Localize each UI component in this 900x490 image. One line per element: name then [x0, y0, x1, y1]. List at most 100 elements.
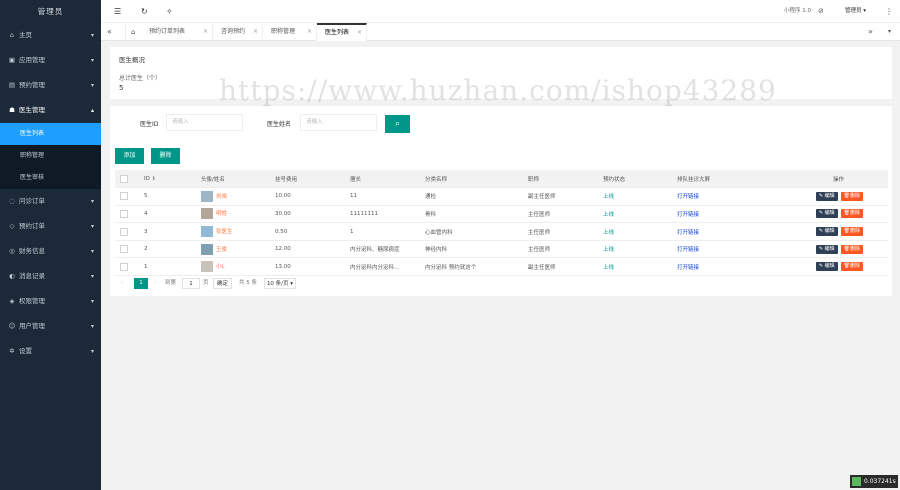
sidebar-item-home[interactable]: ⌂ 主页 ▾: [0, 23, 101, 48]
edit-button[interactable]: ✎ 编辑: [815, 191, 838, 201]
tabs-scroll-left-icon[interactable]: «: [107, 23, 112, 41]
avatar: [201, 208, 213, 220]
row-delete-button[interactable]: 🗑删除: [840, 209, 863, 219]
close-icon[interactable]: ×: [203, 23, 208, 41]
tab-booking-orders[interactable]: 预约订单列表 ×: [141, 23, 213, 41]
cell-category: 内分泌科 预约就这个: [420, 257, 523, 277]
sidebar-item-consult-orders[interactable]: ◌ 问诊订单 ▾: [0, 189, 101, 214]
row-checkbox[interactable]: [120, 245, 128, 254]
doctor-table: ID ⇕ 头像/姓名 挂号费用 擅长 分类名称 职称 预约状态 排队挂诊大屏 操…: [115, 170, 888, 277]
user-menu[interactable]: 管理员 ▾: [845, 0, 866, 23]
sidebar-item-label: 医生管理: [19, 106, 45, 114]
page-input[interactable]: 1: [182, 278, 200, 289]
sidebar-item-apps[interactable]: ▣ 应用管理 ▾: [0, 48, 101, 73]
row-checkbox[interactable]: [120, 227, 128, 236]
open-link[interactable]: 打开链接: [672, 240, 784, 259]
open-link[interactable]: 打开链接: [672, 205, 784, 224]
tab-consult[interactable]: 咨询预约 ×: [213, 23, 263, 41]
cell-name: 张医生: [196, 222, 270, 241]
overview-title: 医生概况: [119, 56, 145, 64]
edit-button[interactable]: ✎ 编辑: [815, 209, 838, 219]
cell-id: 3: [139, 222, 196, 241]
tab-doctor-list[interactable]: 医生列表 ×: [317, 23, 367, 41]
doctor-id-input[interactable]: 请输入: [166, 114, 243, 131]
cell-skill: 11: [345, 187, 420, 206]
page-current[interactable]: 1: [134, 278, 148, 289]
status-toggle[interactable]: 上线: [598, 187, 672, 206]
home-icon: ⌂: [9, 31, 15, 39]
per-page-select[interactable]: 10 条/页 ▾: [264, 278, 296, 289]
sidebar-item-finance[interactable]: ◎ 财务信息 ▾: [0, 239, 101, 264]
tabs-scroll-right-icon[interactable]: »: [868, 23, 873, 41]
page-unit: 页: [203, 280, 209, 286]
open-link[interactable]: 打开链接: [672, 257, 784, 277]
timing-badge: 0.037241s: [850, 475, 898, 488]
sort-icon[interactable]: ⇕: [152, 176, 156, 182]
row-checkbox[interactable]: [120, 262, 128, 271]
doctor-id-label: 医生ID: [140, 121, 159, 128]
tab-titles[interactable]: 职称管理 ×: [263, 23, 317, 41]
sidebar-item-messages[interactable]: ◐ 消息记录 ▾: [0, 264, 101, 289]
row-delete-button[interactable]: 🗑删除: [840, 227, 863, 237]
chevron-down-icon: ▾: [90, 248, 94, 255]
avatar: [201, 226, 213, 238]
sidebar-item-booking-orders[interactable]: ◇ 预约订单 ▾: [0, 214, 101, 239]
row-checkbox[interactable]: [120, 209, 128, 218]
sidebar-item-doctors[interactable]: ☗ 医生管理 ▴: [0, 98, 101, 123]
status-toggle[interactable]: 上线: [598, 240, 672, 259]
chevron-down-icon: ▾: [90, 32, 94, 39]
sidebar-item-permissions[interactable]: ◈ 权限管理 ▾: [0, 289, 101, 314]
avatar: [201, 261, 213, 273]
cell-skill: 内分泌科、糖尿病症: [345, 240, 420, 259]
status-toggle[interactable]: 上线: [598, 205, 672, 224]
row-delete-button[interactable]: 🗑删除: [840, 191, 863, 201]
cell-title: 主任医师: [523, 205, 598, 224]
close-icon[interactable]: ×: [307, 23, 312, 41]
sidebar-item-doctor-review[interactable]: 医生审核: [0, 167, 101, 189]
close-icon[interactable]: ×: [357, 25, 362, 41]
doctor-name-input[interactable]: 请输入: [300, 114, 377, 131]
next-page-icon[interactable]: ›: [154, 278, 156, 289]
shield-icon: ◈: [9, 297, 15, 305]
edit-button[interactable]: ✎ 编辑: [815, 244, 838, 254]
menu-toggle-icon[interactable]: ☰: [114, 0, 121, 23]
prev-page-icon[interactable]: ‹: [121, 278, 123, 289]
select-all-checkbox[interactable]: [115, 170, 139, 189]
edit-button[interactable]: ✎ 编辑: [815, 227, 838, 237]
chevron-down-icon: ▾: [90, 57, 94, 64]
home-tab-icon[interactable]: ⌂: [125, 23, 135, 41]
clear-cache-icon[interactable]: ✧: [166, 0, 173, 23]
sidebar-item-users[interactable]: ☺ 用户管理 ▾: [0, 314, 101, 339]
more-icon[interactable]: ⋮: [885, 0, 893, 23]
tabs-menu-icon[interactable]: ▾: [888, 23, 891, 41]
page-confirm-button[interactable]: 确定: [213, 278, 232, 289]
cell-name: 王俊: [196, 240, 270, 259]
search-button[interactable]: ⌕: [385, 115, 410, 133]
sidebar-item-settings[interactable]: ✲ 设置 ▾: [0, 339, 101, 364]
sidebar-item-label: 消息记录: [19, 272, 45, 280]
row-delete-button[interactable]: 🗑删除: [840, 262, 863, 272]
close-icon[interactable]: ×: [253, 23, 258, 41]
row-checkbox[interactable]: [120, 192, 128, 201]
cell-fee: 10.00: [270, 187, 345, 206]
chevron-down-icon: ▾: [90, 323, 94, 330]
open-link[interactable]: 打开链接: [672, 222, 784, 241]
tag-icon[interactable]: ⊘: [818, 0, 824, 23]
refresh-icon[interactable]: ↻: [141, 0, 148, 23]
column-header-id[interactable]: ID ⇕: [139, 170, 196, 189]
open-link[interactable]: 打开链接: [672, 187, 784, 206]
logo-icon: [852, 477, 861, 486]
sidebar-item-doctor-list[interactable]: 医生列表: [0, 123, 101, 145]
column-header-status: 预约状态: [598, 170, 672, 189]
chevron-down-icon: ▾: [90, 223, 94, 230]
status-toggle[interactable]: 上线: [598, 222, 672, 241]
sidebar-item-label: 主页: [19, 31, 32, 39]
status-toggle[interactable]: 上线: [598, 257, 672, 277]
delete-button[interactable]: 删除: [151, 148, 180, 164]
edit-button[interactable]: ✎ 编辑: [815, 262, 838, 272]
add-button[interactable]: 添加: [115, 148, 144, 164]
sidebar-item-appointments[interactable]: ▤ 预约管理 ▾: [0, 73, 101, 98]
row-delete-button[interactable]: 🗑删除: [840, 244, 863, 254]
watermark: https://www.huzhan.com/ishop43289: [219, 74, 777, 107]
sidebar-item-titles[interactable]: 职称管理: [0, 145, 101, 167]
